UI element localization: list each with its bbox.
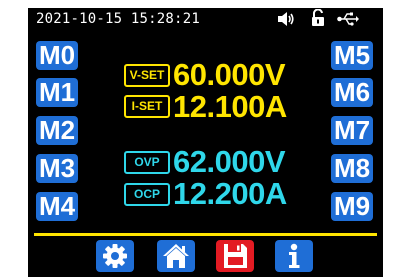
ocp-label: OCP [124,183,170,206]
memory-button-m5[interactable]: M5 [331,41,373,70]
info-button[interactable] [275,240,313,272]
memory-button-m9[interactable]: M9 [331,192,373,221]
device-screen: 2021-10-15 15:28:21 M0 M1 M2 M3 M4 M5 M6… [28,8,383,277]
settings-button[interactable] [96,240,134,272]
vset-value[interactable]: 60.000V [173,59,286,90]
speaker-icon[interactable] [277,11,295,32]
unlock-icon[interactable] [310,8,326,32]
save-button[interactable] [216,240,254,272]
info-icon [289,243,300,268]
home-button[interactable] [157,240,195,272]
iset-value[interactable]: 12.100A [173,91,287,122]
ocp-value[interactable]: 12.200A [173,178,287,209]
ovp-label: OVP [124,151,170,174]
status-bar: 2021-10-15 15:28:21 [28,8,383,30]
home-icon [163,244,189,268]
iset-label: I-SET [124,95,170,118]
memory-button-m4[interactable]: M4 [36,192,78,221]
memory-button-m3[interactable]: M3 [36,154,78,183]
memory-button-m2[interactable]: M2 [36,116,78,145]
ovp-value[interactable]: 62.000V [173,146,286,177]
divider [34,233,377,236]
memory-button-m0[interactable]: M0 [36,41,78,70]
gear-icon [103,244,127,268]
vset-label: V-SET [124,64,170,87]
memory-button-m8[interactable]: M8 [331,154,373,183]
memory-button-m1[interactable]: M1 [36,78,78,107]
memory-button-m7[interactable]: M7 [331,116,373,145]
memory-button-m6[interactable]: M6 [331,78,373,107]
datetime: 2021-10-15 15:28:21 [36,11,200,27]
save-icon [224,244,247,268]
usb-icon [337,12,359,31]
